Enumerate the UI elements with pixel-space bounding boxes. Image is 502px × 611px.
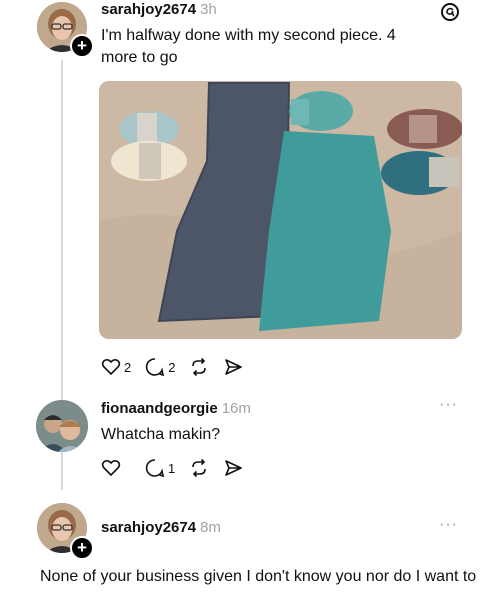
reply-actions: 1 bbox=[101, 456, 257, 480]
reply-time: 8m bbox=[200, 519, 221, 536]
heart-icon bbox=[101, 459, 121, 477]
reply-author[interactable]: sarahjoy2674 8m bbox=[101, 519, 221, 536]
post-text: I'm halfway done with my second piece. 4… bbox=[101, 27, 396, 66]
reply-button[interactable]: 1 bbox=[145, 458, 175, 478]
post-time: 3h bbox=[200, 1, 217, 18]
post-actions: 2 2 bbox=[101, 355, 257, 379]
post-username[interactable]: sarahjoy2674 bbox=[101, 1, 196, 18]
reply-username[interactable]: sarahjoy2674 bbox=[101, 519, 196, 536]
reply-button[interactable]: 2 bbox=[145, 357, 175, 377]
like-count: 2 bbox=[124, 359, 132, 375]
reply-text: Whatcha makin? bbox=[101, 426, 221, 443]
like-button[interactable]: 2 bbox=[101, 357, 131, 377]
repost-button[interactable] bbox=[189, 458, 209, 478]
reply-text: None of your business given I don't know… bbox=[40, 568, 477, 585]
comment-icon bbox=[145, 459, 165, 478]
avatar-photo bbox=[36, 400, 88, 452]
heart-icon bbox=[101, 358, 121, 376]
reply-author[interactable]: fionaandgeorgie 16m bbox=[101, 400, 251, 417]
repost-icon bbox=[192, 458, 207, 478]
avatar[interactable] bbox=[36, 400, 88, 452]
reply-time: 16m bbox=[221, 400, 251, 417]
reply-count: 2 bbox=[168, 359, 176, 375]
share-button[interactable] bbox=[223, 357, 243, 377]
threads-logo-icon[interactable] bbox=[440, 2, 460, 27]
more-icon[interactable]: ··· bbox=[439, 396, 458, 414]
repost-icon bbox=[192, 357, 207, 377]
reply-count: 1 bbox=[168, 460, 176, 476]
follow-plus-icon[interactable]: + bbox=[70, 34, 94, 58]
more-icon[interactable]: ··· bbox=[439, 516, 458, 534]
post-image[interactable] bbox=[99, 81, 462, 339]
share-button[interactable] bbox=[223, 458, 243, 478]
repost-button[interactable] bbox=[189, 357, 209, 377]
share-icon bbox=[225, 460, 243, 476]
like-button[interactable] bbox=[101, 458, 121, 478]
post-author[interactable]: sarahjoy2674 3h bbox=[101, 1, 217, 18]
comment-icon bbox=[146, 358, 165, 377]
share-icon bbox=[225, 359, 243, 375]
follow-plus-icon[interactable]: + bbox=[70, 536, 94, 560]
reply-username[interactable]: fionaandgeorgie bbox=[101, 400, 218, 417]
